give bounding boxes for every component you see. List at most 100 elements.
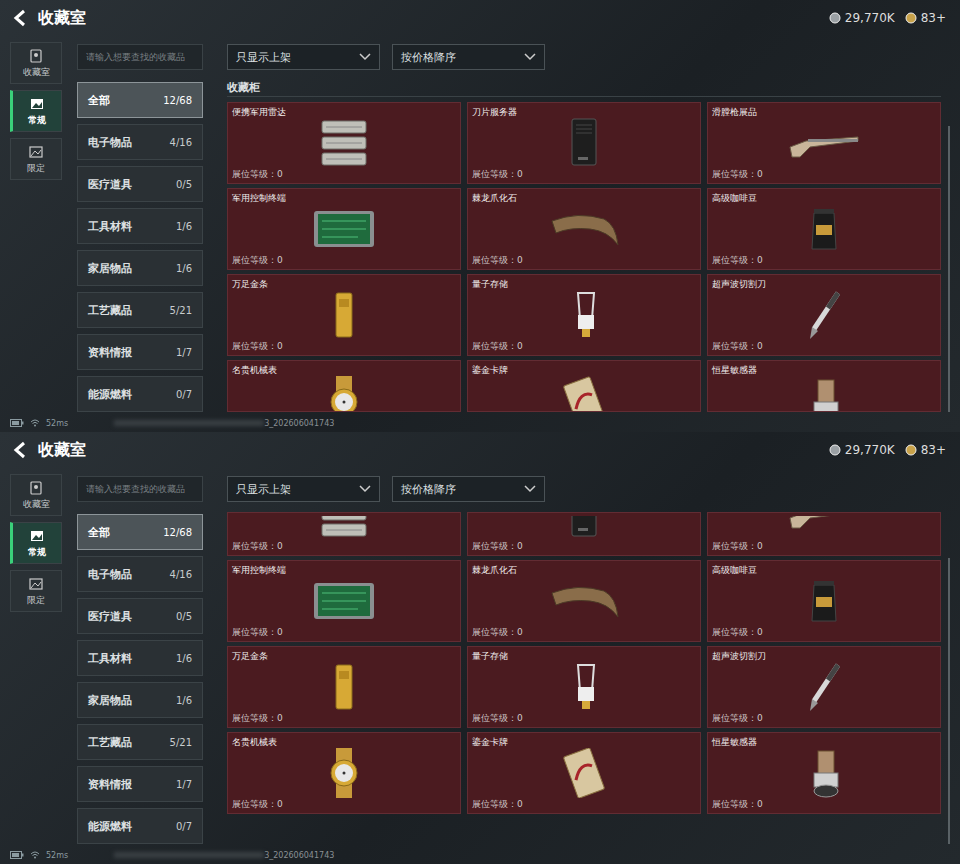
item-name: 超声波切割刀 bbox=[712, 278, 936, 290]
category-item[interactable]: 电子物品4/16 bbox=[77, 556, 203, 592]
category-item[interactable]: 家居物品1/6 bbox=[77, 250, 203, 286]
search-field[interactable] bbox=[77, 44, 203, 70]
collection-card[interactable]: 滑膛枪展品展位等级：0 bbox=[707, 102, 941, 184]
filter-dropdown[interactable]: 只显示上架 bbox=[227, 476, 380, 502]
category-count: 0/5 bbox=[176, 611, 192, 622]
item-name: 鎏金卡牌 bbox=[472, 364, 696, 376]
back-icon[interactable] bbox=[12, 9, 30, 27]
musket-icon bbox=[788, 118, 860, 168]
nav-tab[interactable]: 限定 bbox=[10, 138, 62, 180]
wifi-icon bbox=[30, 851, 40, 859]
category-item[interactable]: 工具材料1/6 bbox=[77, 208, 203, 244]
category-item[interactable]: 家居物品1/6 bbox=[77, 682, 203, 718]
category-item[interactable]: 医疗道具0/5 bbox=[77, 166, 203, 202]
item-name: 棘龙爪化石 bbox=[472, 564, 696, 576]
category-count: 1/7 bbox=[176, 779, 192, 790]
battery-icon bbox=[10, 419, 24, 427]
collection-card[interactable]: 名贵机械表 bbox=[227, 360, 461, 412]
category-count: 5/21 bbox=[170, 737, 192, 748]
cutter-icon bbox=[788, 290, 860, 340]
category-count: 1/7 bbox=[176, 347, 192, 358]
scrollbar[interactable] bbox=[948, 558, 950, 844]
nav-tab[interactable]: 限定 bbox=[10, 570, 62, 612]
collection-card[interactable]: 恒星敏感器 bbox=[707, 360, 941, 412]
collection-card[interactable]: 超声波切割刀展位等级：0 bbox=[707, 646, 941, 728]
collection-card[interactable]: 军用控制终端展位等级：0 bbox=[227, 560, 461, 642]
side-nav: 收藏室常规限定 bbox=[10, 36, 62, 414]
category-label: 资料情报 bbox=[88, 777, 132, 792]
storage-icon bbox=[548, 290, 620, 340]
category-item[interactable]: 工艺藏品5/21 bbox=[77, 724, 203, 760]
collection-card[interactable]: 鎏金卡牌展位等级：0 bbox=[467, 732, 701, 814]
side-nav: 收藏室常规限定 bbox=[10, 468, 62, 846]
scrollbar[interactable] bbox=[948, 126, 950, 412]
currency-value: 29,770K bbox=[845, 443, 895, 457]
filter-dropdown[interactable]: 只显示上架 bbox=[227, 44, 380, 70]
category-item[interactable]: 资料情报 1/7 bbox=[77, 766, 203, 802]
picture-icon bbox=[29, 96, 45, 112]
collection-card[interactable]: 棘龙爪化石展位等级：0 bbox=[467, 188, 701, 270]
category-list: 全部12/68 电子物品4/16 医疗道具0/5 工具材料1/6 家居物品1/6 工艺藏品… bbox=[77, 82, 203, 412]
collection-card[interactable]: 展位等级：0 bbox=[467, 512, 701, 556]
category-item[interactable]: 电子物品4/16 bbox=[77, 124, 203, 160]
section-title: 收藏柜 bbox=[227, 80, 941, 97]
cabinet-icon bbox=[28, 480, 44, 496]
header: 收藏室29,770K83+ bbox=[0, 432, 960, 468]
coin-icon bbox=[905, 12, 917, 24]
display-level: 展位等级：0 bbox=[712, 626, 936, 638]
ping: 52ms bbox=[46, 419, 68, 428]
collection-card[interactable]: 名贵机械表展位等级：0 bbox=[227, 732, 461, 814]
category-item[interactable]: 医疗道具0/5 bbox=[77, 598, 203, 634]
category-label: 家居物品 bbox=[88, 693, 132, 708]
coin-icon bbox=[829, 12, 841, 24]
item-name: 名贵机械表 bbox=[232, 736, 456, 748]
filter-dropdown[interactable]: 按价格降序 bbox=[392, 476, 545, 502]
collection-card[interactable]: 万足金条展位等级：0 bbox=[227, 646, 461, 728]
collection-card[interactable]: 量子存储展位等级：0 bbox=[467, 274, 701, 356]
category-item[interactable]: 全部12/68 bbox=[77, 514, 203, 550]
item-name: 便携军用雷达 bbox=[232, 106, 456, 118]
nav-tab[interactable]: 收藏室 bbox=[10, 42, 62, 84]
category-item[interactable]: 能源燃料0/7 bbox=[77, 376, 203, 412]
display-level: 展位等级：0 bbox=[232, 626, 456, 638]
display-level: 展位等级：0 bbox=[232, 712, 456, 724]
category-count: 5/21 bbox=[170, 305, 192, 316]
collection-card[interactable]: 万足金条展位等级：0 bbox=[227, 274, 461, 356]
category-item[interactable]: 工艺藏品5/21 bbox=[77, 292, 203, 328]
item-name: 量子存储 bbox=[472, 278, 696, 290]
nav-label: 常规 bbox=[28, 546, 46, 559]
collection-card[interactable]: 量子存储展位等级：0 bbox=[467, 646, 701, 728]
collection-card[interactable]: 军用控制终端展位等级：0 bbox=[227, 188, 461, 270]
back-icon[interactable] bbox=[12, 441, 30, 459]
display-level: 展位等级：0 bbox=[712, 340, 936, 352]
collection-card[interactable]: 展位等级：0 bbox=[707, 512, 941, 556]
musket-icon bbox=[788, 516, 860, 540]
display-level: 展位等级：0 bbox=[712, 712, 936, 724]
nav-tab[interactable]: 常规 bbox=[10, 90, 62, 132]
category-count: 4/16 bbox=[170, 137, 192, 148]
chevron-down-icon bbox=[524, 485, 536, 493]
collection-card[interactable]: 刀片服务器展位等级：0 bbox=[467, 102, 701, 184]
collection-card[interactable]: 便携军用雷达展位等级：0 bbox=[227, 102, 461, 184]
session-id: 3_202606041743 bbox=[264, 851, 334, 860]
display-level: 展位等级：0 bbox=[472, 168, 696, 180]
collection-card[interactable]: 高级咖啡豆展位等级：0 bbox=[707, 188, 941, 270]
category-item[interactable]: 全部12/68 bbox=[77, 82, 203, 118]
nav-tab[interactable]: 常规 bbox=[10, 522, 62, 564]
item-name: 高级咖啡豆 bbox=[712, 192, 936, 204]
collection-card[interactable]: 鎏金卡牌 bbox=[467, 360, 701, 412]
collection-card[interactable]: 超声波切割刀展位等级：0 bbox=[707, 274, 941, 356]
cabinet-icon bbox=[28, 48, 44, 64]
category-item[interactable]: 工具材料1/6 bbox=[77, 640, 203, 676]
search-field[interactable] bbox=[77, 476, 203, 502]
nav-tab[interactable]: 收藏室 bbox=[10, 474, 62, 516]
filter-dropdown[interactable]: 按价格降序 bbox=[392, 44, 545, 70]
collection-card[interactable]: 展位等级：0 bbox=[227, 512, 461, 556]
category-item[interactable]: 能源燃料0/7 bbox=[77, 808, 203, 844]
display-level: 展位等级：0 bbox=[232, 254, 456, 266]
coin-icon bbox=[905, 444, 917, 456]
collection-card[interactable]: 恒星敏感器展位等级：0 bbox=[707, 732, 941, 814]
collection-card[interactable]: 棘龙爪化石展位等级：0 bbox=[467, 560, 701, 642]
category-item[interactable]: 资料情报1/7 bbox=[77, 334, 203, 370]
collection-card[interactable]: 高级咖啡豆展位等级：0 bbox=[707, 560, 941, 642]
